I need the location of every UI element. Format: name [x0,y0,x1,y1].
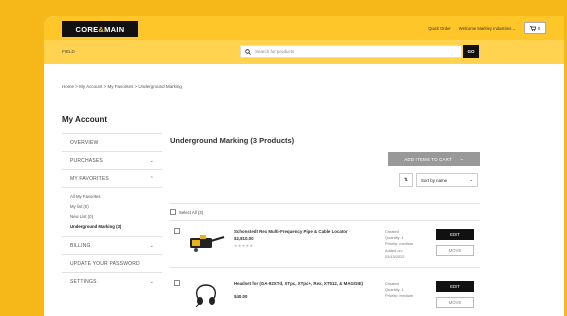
chevron-up-icon: ⌃ [149,175,154,182]
cart-button[interactable]: 0 [524,22,546,34]
chevron-down-icon: ⌄ [469,177,473,182]
sidebar-item-overview[interactable]: OVERVIEW [62,133,162,151]
breadcrumb[interactable]: Home > My Account > My Favorites > Under… [62,84,182,89]
top-bar: CORE&MAIN Quick Order Welcome Markley In… [44,16,564,40]
move-button[interactable]: MOVE [436,245,474,256]
item-checkbox[interactable] [174,280,180,286]
list-item: Headset for (GA-92XTd, XTpc, XTpc+, Rex,… [170,273,480,316]
sort-icon[interactable]: ⇅ [399,173,413,187]
chevron-down-icon: ⌄ [512,25,516,31]
product-image[interactable] [186,229,226,255]
core-and-main-logo[interactable]: CORE&MAIN [62,21,138,37]
sidebar-item-settings[interactable]: SETTINGS ⌄ [62,272,162,290]
search-bar: FIELD Search for products GO [44,40,564,64]
list-item: Schonstedt Rex Multi-Frequency Pipe & Ca… [170,221,480,268]
chevron-down-icon: ⌄ [149,242,154,249]
submenu-item-underground-marking[interactable]: Underground Marking (3) [70,222,154,232]
account-sidebar: OVERVIEW PURCHASES ⌄ MY FAVORITES ⌃ All My… [62,133,162,290]
cart-count: 0 [537,25,541,31]
submenu-item-new-list[interactable]: New List (0) [70,212,154,222]
item-price: $2,810.00 [234,236,254,241]
move-button[interactable]: MOVE [436,297,474,308]
item-price: $40.00 [234,294,248,299]
cart-icon [529,25,536,31]
logo-text: CORE&MAIN [75,24,125,34]
favorites-main: Underground Marking (3 Products) ADD ITE… [170,133,480,308]
sidebar-item-billing[interactable]: BILLING ⌄ [62,236,162,254]
submenu-item-my-list[interactable]: My list (0) [70,202,154,212]
item-checkbox[interactable] [174,228,180,234]
submenu-item-all-favorites[interactable]: All My Favorites [70,192,154,202]
field-label[interactable]: FIELD [62,49,75,54]
edit-button[interactable]: EDIT [436,229,474,240]
page-title: My Account [62,115,108,124]
welcome-account-menu[interactable]: Welcome Markley Industries ⌄ [459,26,516,31]
select-all-row: Select All (3) [170,203,480,221]
quick-order-link[interactable]: Quick Order [428,26,451,31]
item-name[interactable]: Headset for (GA-92XTd, XTpc, XTpc+, Rex,… [234,281,366,287]
chevron-down-icon: ⌄ [149,278,154,285]
search-placeholder: Search for products [255,49,295,54]
search-icon [245,48,251,55]
item-meta: Created Quantity: 1 Priority: medium Add… [385,229,414,259]
item-rating: ★★★★★ [234,243,254,248]
chevron-down-icon: ⌄ [149,157,154,164]
select-all-label[interactable]: Select All (3) [179,210,203,215]
favorites-submenu: All My Favorites My list (0) New List (0… [62,187,162,236]
app-window: CORE&MAIN Quick Order Welcome Markley In… [44,16,564,316]
sidebar-item-purchases[interactable]: PURCHASES ⌄ [62,151,162,169]
sidebar-item-my-favorites[interactable]: MY FAVORITES ⌃ [62,169,162,187]
chevron-down-icon: ⌄ [459,156,464,161]
sidebar-item-update-password[interactable]: UPDATE YOUR PASSWORD [62,254,162,272]
add-items-to-cart-button[interactable]: ADD ITEMS TO CART ⌄ [388,152,480,166]
edit-button[interactable]: EDIT [436,281,474,292]
top-links: Quick Order Welcome Markley Industries ⌄… [428,16,546,40]
list-title: Underground Marking (3 Products) [170,136,295,145]
select-all-checkbox[interactable] [170,209,176,215]
item-name[interactable]: Schonstedt Rex Multi-Frequency Pipe & Ca… [234,229,366,235]
sort-controls: ⇅ Sort by name ⌄ [399,173,478,187]
sort-select[interactable]: Sort by name ⌄ [416,173,478,187]
go-button[interactable]: GO [463,45,479,58]
item-meta: Created Quantity: 1 Priority: medium [385,281,414,299]
product-image[interactable] [186,281,226,307]
search-input[interactable]: Search for products [240,45,462,58]
